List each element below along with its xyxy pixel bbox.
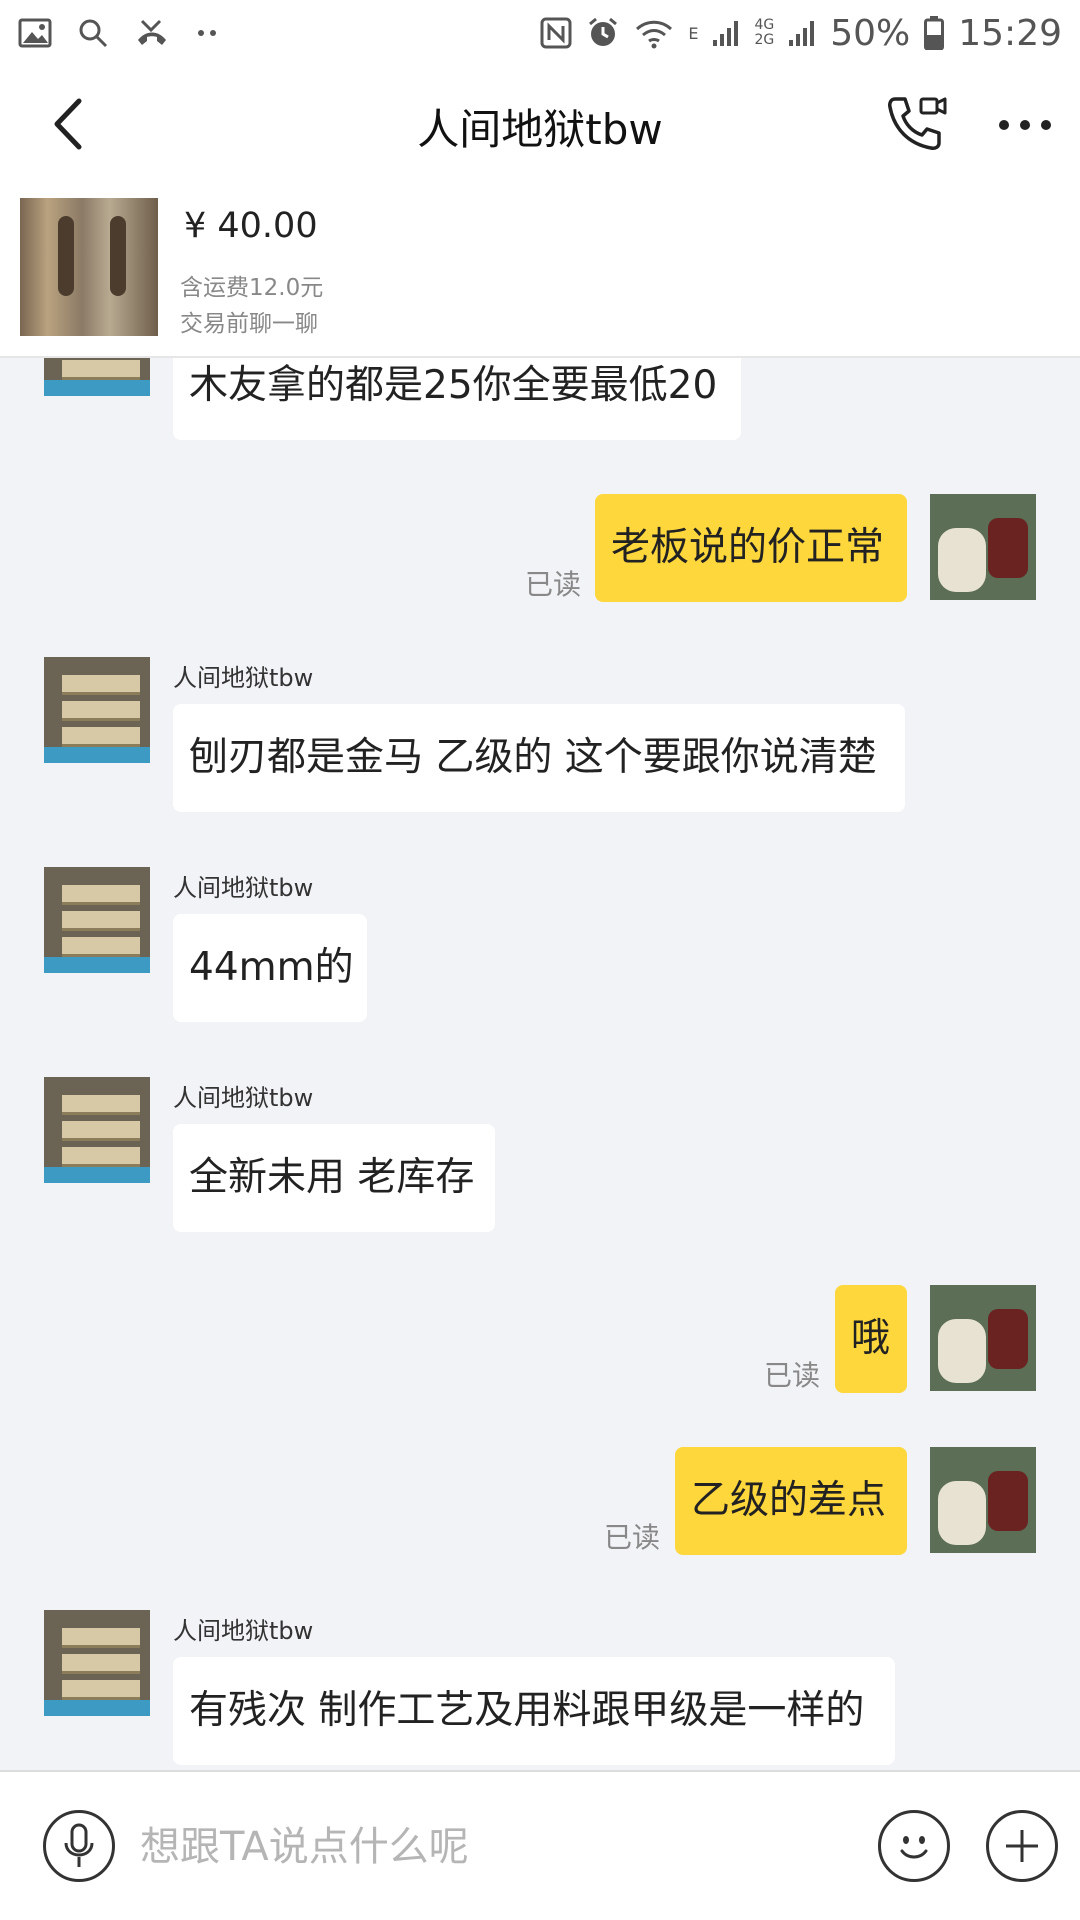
sender-name: 人间地狱tbw — [173, 874, 314, 902]
search-icon — [78, 18, 108, 48]
add-attachment-button[interactable] — [986, 1810, 1058, 1882]
sender-name: 人间地狱tbw — [173, 664, 314, 692]
seller-avatar[interactable] — [44, 657, 150, 763]
seller-avatar[interactable] — [44, 867, 150, 973]
my-avatar[interactable] — [930, 1285, 1036, 1391]
message-input[interactable] — [140, 1812, 860, 1882]
system-status: E 4G 2G 50% 15:29 — [540, 13, 1062, 54]
read-status: 已读 — [604, 1521, 661, 1554]
sim1-network-label: E — [688, 23, 699, 43]
signal-icon-2 — [788, 18, 816, 48]
message-bubble-incoming[interactable]: 木友拿的都是25你全要最低20 — [173, 358, 741, 440]
network-type-top: 4G — [754, 17, 775, 33]
emoji-button[interactable] — [878, 1810, 950, 1882]
sender-name: 人间地狱tbw — [173, 1084, 314, 1112]
missed-call-icon — [134, 18, 170, 48]
more-notifications-icon — [196, 28, 218, 38]
seller-avatar[interactable] — [44, 358, 150, 396]
alarm-icon — [586, 16, 620, 50]
product-card[interactable]: ¥ 40.00 含运费12.0元 交易前聊一聊 — [0, 180, 1080, 358]
product-image[interactable] — [20, 198, 158, 336]
voice-video-call-icon — [888, 97, 947, 150]
nfc-icon — [540, 17, 572, 49]
message-bubble-outgoing[interactable]: 哦 — [835, 1285, 907, 1393]
more-icon — [999, 120, 1051, 130]
microphone-icon — [64, 1823, 94, 1867]
shipping-fee: 含运费12.0元 — [180, 275, 324, 301]
message-bubble-incoming[interactable]: 全新未用 老库存 — [173, 1124, 495, 1232]
seller-avatar[interactable] — [44, 1077, 150, 1183]
message-bubble-incoming[interactable]: 刨刃都是金马 乙级的 这个要跟你说清楚 — [173, 704, 905, 812]
message-bubble-incoming[interactable]: 44mm的 — [173, 914, 367, 1022]
my-avatar[interactable] — [930, 1447, 1036, 1553]
message-bubble-outgoing[interactable]: 老板说的价正常 — [595, 494, 907, 602]
network-type-bottom: 2G — [754, 32, 775, 48]
clock: 15:29 — [958, 12, 1062, 54]
my-avatar[interactable] — [930, 494, 1036, 600]
signal-icon — [712, 18, 740, 48]
sender-name: 人间地狱tbw — [173, 1617, 314, 1645]
read-status: 已读 — [764, 1359, 821, 1392]
gallery-icon — [18, 18, 52, 48]
network-type-label: 4G 2G — [754, 18, 774, 48]
input-bar — [0, 1770, 1080, 1920]
pre-trade-note: 交易前聊一聊 — [180, 311, 318, 337]
seller-avatar[interactable] — [44, 1610, 150, 1716]
message-bubble-incoming[interactable]: 有残次 制作工艺及用料跟甲级是一样的 — [173, 1657, 895, 1765]
more-button[interactable] — [990, 92, 1060, 158]
emoji-icon — [900, 1836, 928, 1859]
voice-input-button[interactable] — [43, 1810, 115, 1882]
status-bar: E 4G 2G 50% 15:29 — [0, 0, 1080, 66]
product-price: ¥ 40.00 — [184, 206, 318, 246]
battery-icon — [924, 16, 945, 50]
wifi-icon — [634, 17, 674, 49]
notification-icons — [18, 18, 218, 48]
voice-video-call-button[interactable] — [884, 90, 950, 156]
chat-header: 人间地狱tbw — [0, 66, 1080, 180]
message-list[interactable]: 木友拿的都是25你全要最低20 已读 老板说的价正常 人间地狱tbw 刨刃都是金… — [0, 358, 1080, 1770]
battery-percentage: 50% — [830, 12, 911, 54]
message-bubble-outgoing[interactable]: 乙级的差点 — [675, 1447, 907, 1555]
plus-icon — [1006, 1830, 1038, 1862]
read-status: 已读 — [525, 568, 582, 601]
